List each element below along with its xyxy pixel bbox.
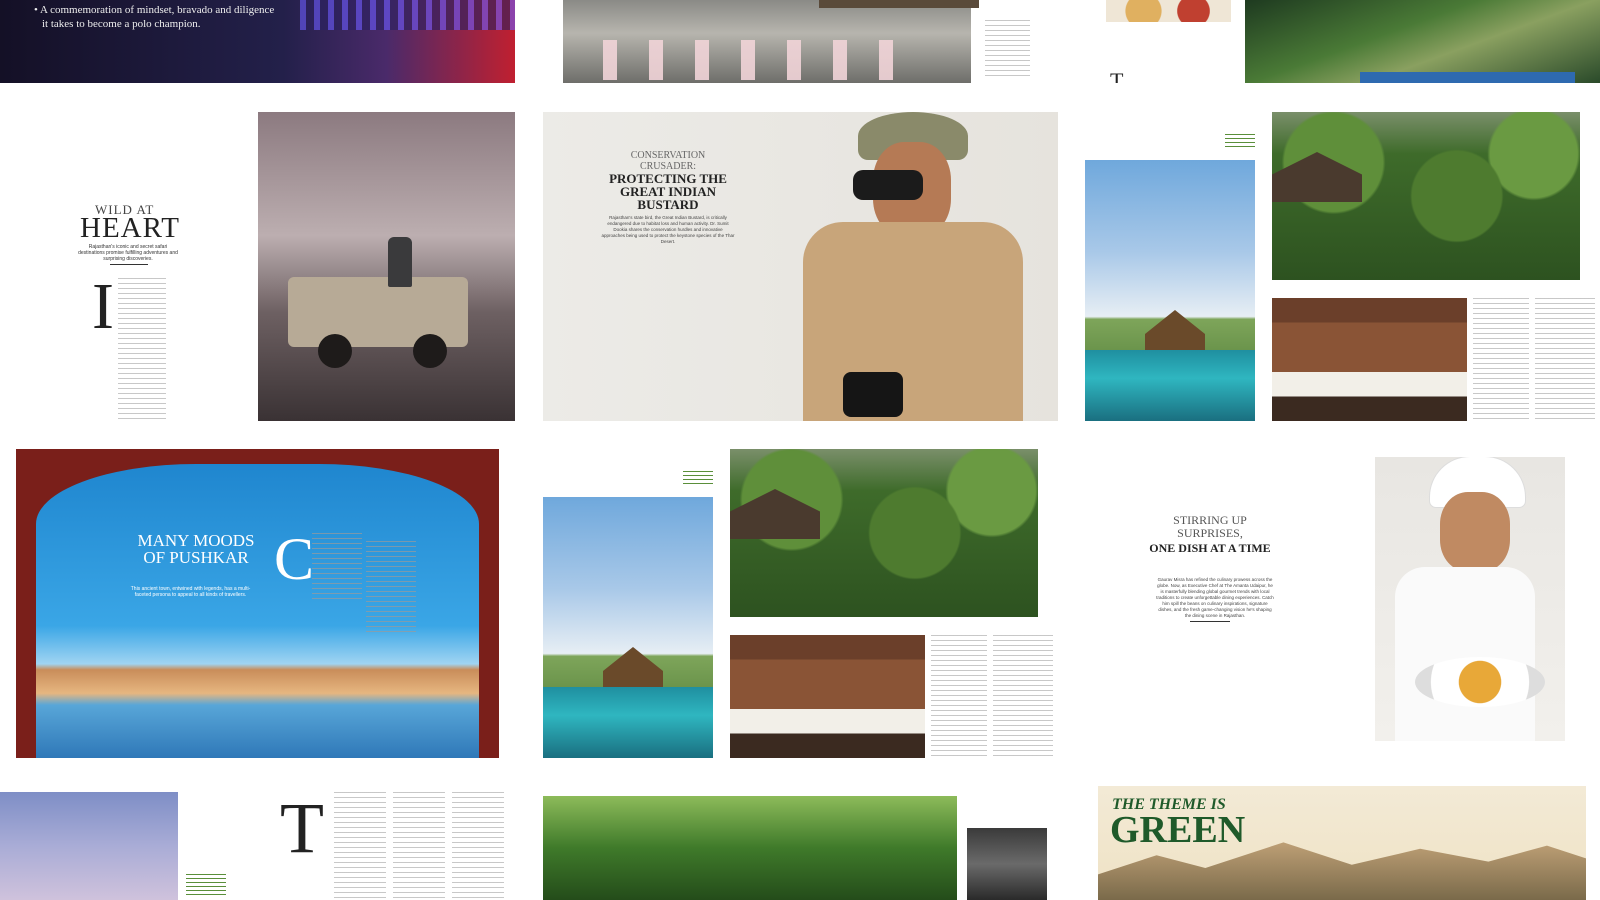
plated-dish xyxy=(1415,657,1545,707)
wild-title: HEART xyxy=(80,212,180,244)
inset-photo xyxy=(819,0,979,8)
flamingo-birds xyxy=(603,40,923,80)
wild-at-heart-spread: WILD AT HEART Rajasthan's iconic and sec… xyxy=(0,112,515,421)
dining-photo xyxy=(967,828,1047,900)
food-title-top: STIRRING UP SURPRISES, xyxy=(1173,513,1247,540)
flamingo-spread xyxy=(563,0,1038,83)
food-subtitle: Gaurav Misra has refined the culinary pr… xyxy=(1156,577,1274,618)
safari-jeep-photo xyxy=(258,112,515,421)
polo-bullet-2: it takes to become a polo champion. xyxy=(42,18,201,30)
binoculars xyxy=(853,170,923,200)
dusk-photo xyxy=(0,792,178,900)
pushkar-spread: MANY MOODS OF PUSHKAR This ancient town,… xyxy=(16,449,499,758)
polo-bullet-1: • A commemoration of mindset, bravado an… xyxy=(34,4,275,16)
forest-spread xyxy=(543,792,1058,900)
food-title-bottom: ONE DISH AT A TIME xyxy=(1149,541,1271,555)
resort-pool-photo-2 xyxy=(543,497,713,758)
pushkar-subtitle: This ancient town, entwined with legends… xyxy=(130,586,251,598)
wild-subtitle: Rajasthan's iconic and secret safari des… xyxy=(78,244,178,262)
resort-aerial-photo-2 xyxy=(730,449,1038,617)
dropcap-t-small: T xyxy=(1110,68,1124,84)
pushkar-title: MANY MOODS OF PUSHKAR xyxy=(137,531,255,567)
stage-lights xyxy=(300,0,515,30)
dusk-spread: T xyxy=(0,792,515,900)
resort-pool-photo xyxy=(1085,160,1255,421)
platter-photo xyxy=(1106,0,1231,22)
forest-photo xyxy=(543,796,957,900)
wild-dropcap: I xyxy=(92,270,114,343)
chef-face xyxy=(1440,492,1510,572)
mountain-photo xyxy=(1245,0,1600,83)
bustard-spread: CONSERVATION CRUSADER: PROTECTING THE GR… xyxy=(543,112,1058,421)
chef-photo xyxy=(1375,457,1565,741)
photographer xyxy=(388,237,412,287)
camera xyxy=(843,372,903,417)
green-theme-spread: THE THEME IS GREEN xyxy=(1098,786,1586,900)
chef-coat xyxy=(1395,567,1535,741)
jeep xyxy=(288,277,468,347)
flamingo-photo xyxy=(563,0,971,83)
resort-spread-2 xyxy=(543,449,1058,758)
shirt xyxy=(803,222,1023,421)
chef-spread: STIRRING UP SURPRISES, ONE DISH AT A TIM… xyxy=(1085,449,1600,758)
resort-spread-1 xyxy=(1085,112,1600,421)
pushkar-dropcap: C xyxy=(274,526,315,592)
theme-title-bottom: GREEN xyxy=(1110,809,1246,851)
conservationist-photo xyxy=(693,112,1058,421)
resort-room-photo-2 xyxy=(730,635,925,758)
resort-aerial-photo xyxy=(1272,112,1580,280)
food-spread-top: T xyxy=(1106,0,1231,83)
dropcap-t: T xyxy=(280,792,324,868)
resort-room-photo xyxy=(1272,298,1467,421)
polo-spread: • A commemoration of mindset, bravado an… xyxy=(0,0,515,83)
